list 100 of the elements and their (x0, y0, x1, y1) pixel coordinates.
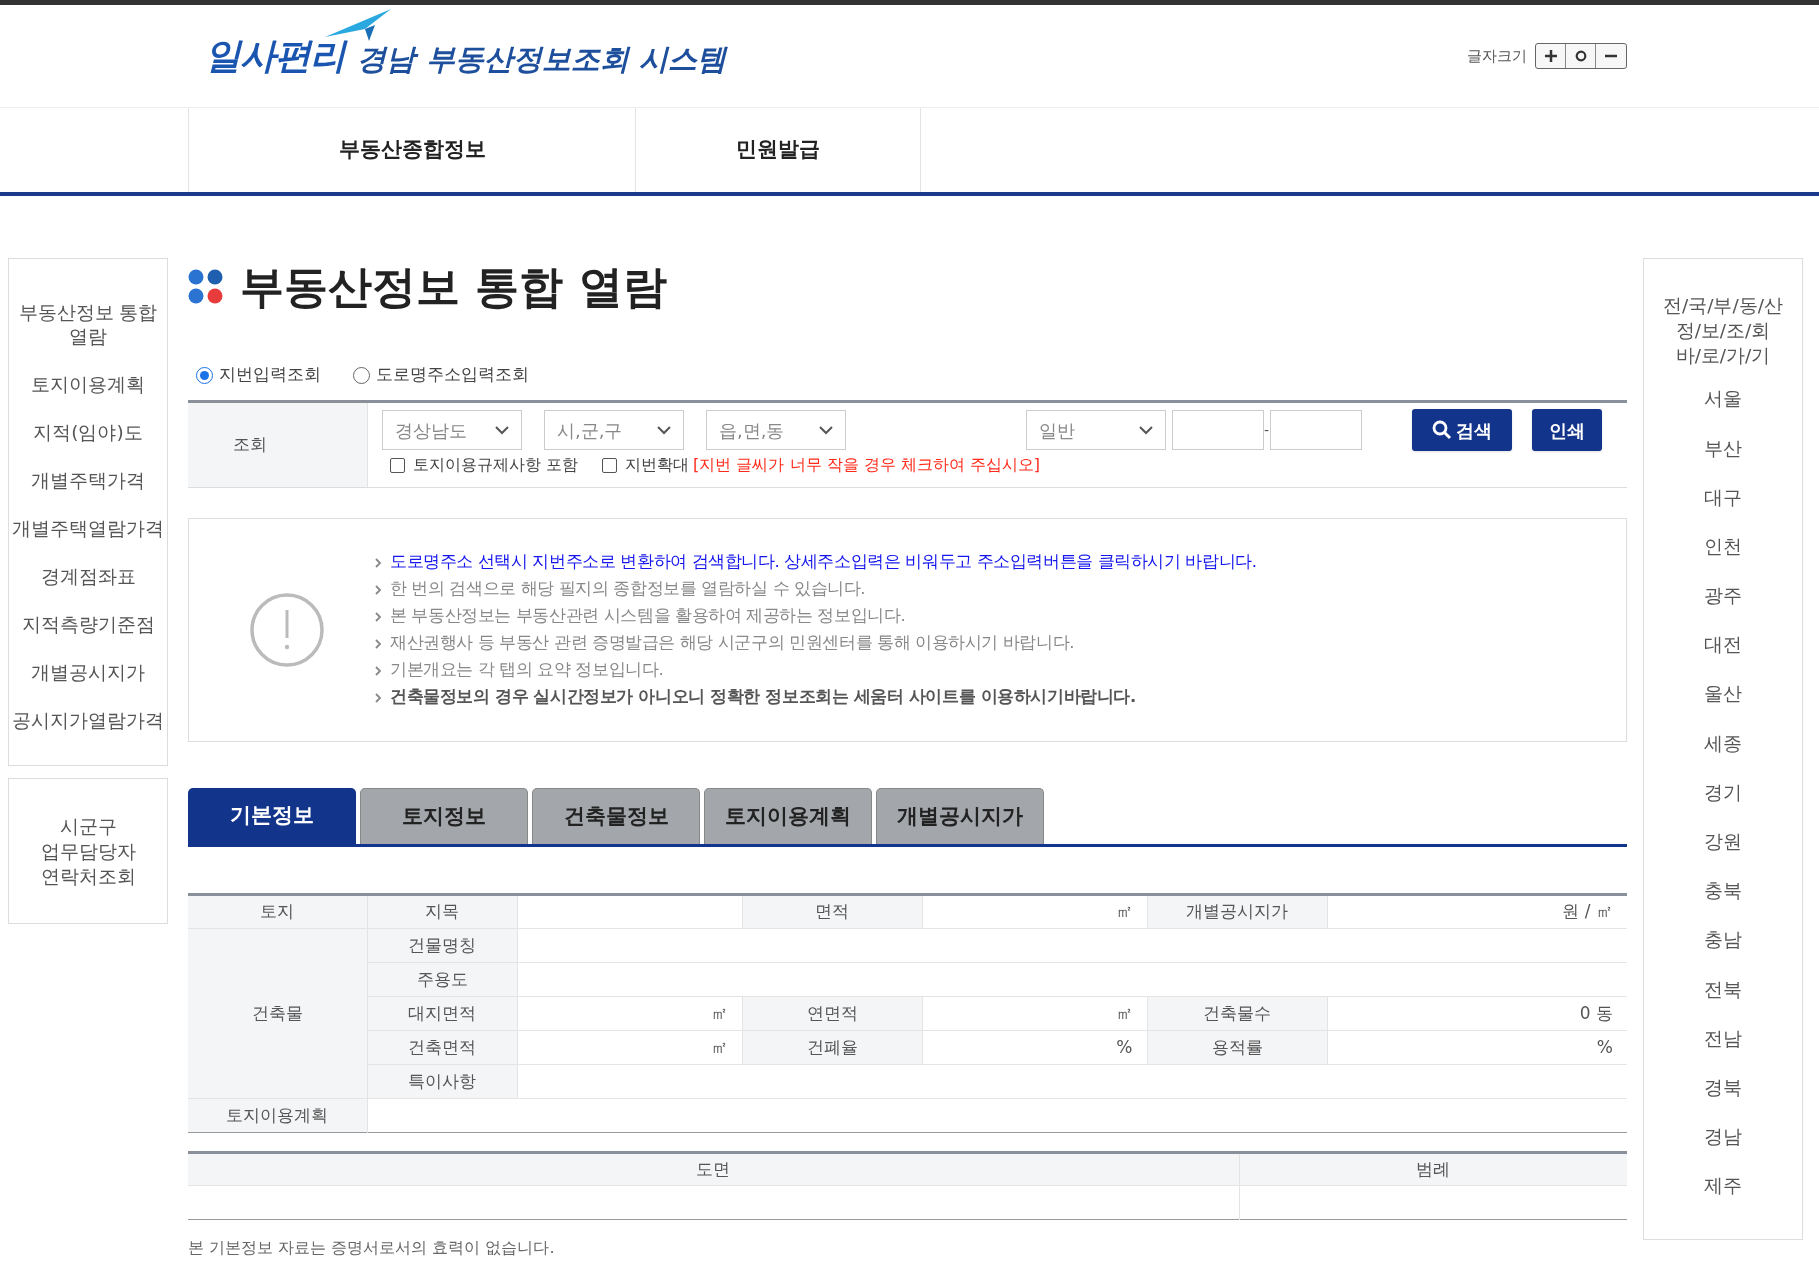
region-link[interactable]: 충남 (1704, 915, 1742, 965)
table-cell: 원 / ㎡ (1327, 894, 1627, 929)
option-checkbox[interactable]: 지번확대 (602, 453, 690, 477)
table-cell: % (1327, 1030, 1627, 1065)
region-link[interactable]: 제주 (1704, 1161, 1742, 1211)
lot-type-dropdown[interactable]: 일반 (1026, 410, 1166, 450)
sidebar-item[interactable]: 지적(임야)도 (33, 409, 143, 457)
sidebar-item[interactable]: 토지이용계획 (31, 361, 145, 409)
header-cell: 용적률 (1147, 1030, 1327, 1065)
notice-text: 건축물정보의 경우 실시간정보가 아니오니 정확한 정보조회는 세움터 사이트를 이용하시기바랍니다. (390, 686, 1136, 709)
region-link[interactable]: 경기 (1704, 767, 1742, 817)
header-cell: 토지 (188, 894, 367, 929)
header-cell: 개별공시지가 (1147, 894, 1327, 929)
region-link[interactable]: 경북 (1704, 1062, 1742, 1112)
tab[interactable]: 개별공시지가 (876, 788, 1044, 844)
header-cell: 지목 (367, 894, 517, 929)
region-link[interactable]: 부산 (1704, 423, 1742, 473)
chevron-right-icon (375, 584, 382, 595)
sidebar-item[interactable]: 개별주택가격 (31, 457, 145, 505)
header-cell: 연면적 (742, 996, 922, 1031)
circle-icon (1574, 50, 1587, 62)
main-lot-number-field[interactable] (1172, 410, 1264, 450)
region-link[interactable]: 세종 (1704, 718, 1742, 768)
header-cell: 건축물 (188, 928, 367, 1099)
logo-text: 일사편리 (205, 34, 346, 78)
search-mode-radio[interactable]: 도로명주소입력조회 (353, 362, 529, 388)
header-cell: 도면 (188, 1152, 1239, 1186)
chevron-down-icon (819, 425, 833, 435)
sidebar-item[interactable]: 개별주택열람가격 (12, 505, 164, 553)
sidebar-item[interactable]: 개별공시지가 (31, 649, 145, 697)
sidebar-item[interactable]: 경계점좌표 (40, 553, 136, 601)
region-link[interactable]: 충북 (1704, 865, 1742, 916)
region-link[interactable]: 인천 (1704, 521, 1742, 571)
header-cell: 건축물수 (1147, 996, 1327, 1031)
search-icon (1432, 420, 1452, 440)
notice-text: 본 부동산정보는 부동산관련 시스템을 활용하여 제공하는 정보입니다. (390, 605, 906, 628)
notice-text: 기본개요는 각 탭의 요약 정보입니다. (390, 659, 664, 682)
region-dropdown[interactable]: 경상남도 (382, 410, 522, 450)
chevron-right-icon (375, 638, 382, 649)
page-title: 부동산정보 통합 열람 (240, 260, 667, 314)
header-cell: 대지면적 (367, 996, 517, 1031)
table-cell: ㎡ (922, 996, 1147, 1031)
chevron-down-icon (495, 425, 509, 435)
region-link[interactable]: 전남 (1704, 1013, 1742, 1063)
header-cell: 주용도 (367, 962, 517, 997)
chevron-right-icon (375, 692, 382, 703)
tab[interactable]: 건축물정보 (532, 788, 700, 844)
dots-icon (188, 269, 224, 305)
notice-text: 도로명주소 선택시 지번주소로 변환하여 검색합니다. 상세주소입력은 비워두고 주소입력버튼을 클릭하시기 바랍니다. (390, 551, 1257, 574)
font-size-label: 글자크기 (1467, 45, 1527, 67)
plus-icon (1544, 50, 1557, 62)
chevron-right-icon (375, 557, 382, 568)
sidebar-item[interactable]: 공시지가열람가격 (12, 697, 164, 745)
chevron-down-icon (1139, 425, 1153, 435)
region-link[interactable]: 울산 (1704, 669, 1742, 719)
nav-link[interactable]: 민원발급 (635, 108, 921, 192)
header-cell: 토지이용계획 (188, 1098, 367, 1133)
search-label: 조회 (188, 403, 368, 487)
sub-lot-number-field[interactable] (1270, 410, 1362, 450)
tab[interactable]: 토지정보 (360, 788, 528, 844)
region-link[interactable]: 강원 (1704, 816, 1742, 866)
region-link[interactable]: 광주 (1704, 570, 1742, 620)
chevron-right-icon (375, 611, 382, 622)
search-button[interactable]: 검색 (1412, 409, 1512, 451)
print-button[interactable]: 인쇄 (1532, 409, 1602, 451)
sidebar-item[interactable]: 부동산정보 통합 열람 (18, 289, 158, 361)
nav-link[interactable]: 부동산종합정보 (188, 108, 635, 192)
search-mode-radio[interactable]: 지번입력조회 (196, 362, 321, 388)
header-cell: 건축면적 (367, 1030, 517, 1065)
region-link[interactable]: 서울 (1704, 374, 1742, 424)
sidebar-item[interactable]: 지적측량기준점 (21, 601, 155, 649)
region-link[interactable]: 경남 (1704, 1111, 1742, 1161)
table-cell: ㎡ (517, 996, 742, 1031)
region-link[interactable]: 대구 (1704, 472, 1742, 522)
alert-icon (249, 592, 325, 668)
region-dropdown[interactable]: 읍,면,동 (706, 410, 846, 450)
header-cell: 건폐율 (742, 1030, 922, 1065)
table-cell: 0 동 (1327, 996, 1627, 1031)
region-dropdown[interactable]: 시,군,구 (544, 410, 684, 450)
footnote: 본 기본정보 자료는 증명서로서의 효력이 없습니다. (188, 1237, 556, 1259)
chevron-down-icon (657, 425, 671, 435)
header-cell: 면적 (742, 894, 922, 929)
header-cell: 범례 (1239, 1152, 1627, 1186)
tab[interactable]: 토지이용계획 (704, 788, 872, 844)
separator: - (1264, 420, 1270, 440)
tab[interactable]: 기본정보 (188, 788, 356, 844)
notice-text: 한 번의 검색으로 해당 필지의 종합정보를 열람하실 수 있습니다. (390, 578, 866, 601)
region-link[interactable]: 대전 (1704, 619, 1742, 670)
warning-text: [지번 글씨가 너무 작을 경우 체크하여 주십시오] (693, 454, 1041, 476)
system-title: 경남 부동산정보조회 시스템 (357, 40, 726, 78)
option-checkbox[interactable]: 토지이용규제사항 포함 (390, 453, 579, 477)
notice-text: 재산권행사 등 부동산 관련 증명발급은 해당 시군구의 민원센터를 통해 이용하시기 바랍니다. (390, 632, 1075, 655)
region-link[interactable]: 전북 (1704, 964, 1742, 1014)
region-links-title: 전/국/부/동/산 정/보/조/회 바/로/가/기 (1663, 294, 1783, 368)
table-cell: % (922, 1030, 1147, 1065)
table-cell: ㎡ (922, 894, 1147, 929)
chevron-right-icon (375, 665, 382, 676)
header-cell: 건물명칭 (367, 928, 517, 963)
table-cell: ㎡ (517, 1030, 742, 1065)
header-cell: 특이사항 (367, 1064, 517, 1099)
